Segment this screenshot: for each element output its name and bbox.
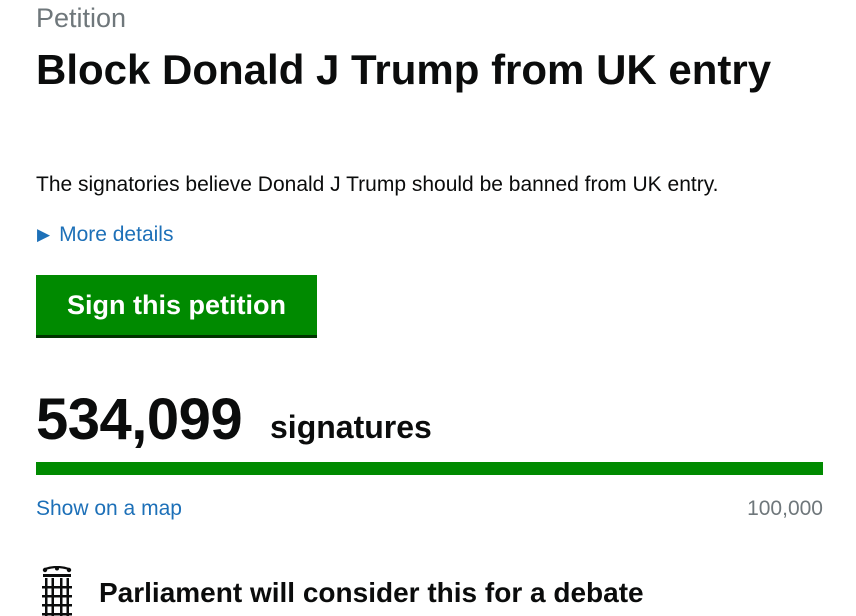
sign-petition-button[interactable]: Sign this petition <box>36 275 317 335</box>
signature-progress-fill <box>36 462 823 475</box>
petition-title: Block Donald J Trump from UK entry <box>36 46 772 93</box>
petition-eyebrow: Petition <box>36 3 127 33</box>
signature-threshold: 100,000 <box>747 497 823 520</box>
more-details-label: More details <box>59 223 174 246</box>
signature-progress-bar <box>36 462 823 475</box>
more-details-toggle[interactable]: ▶ More details <box>37 221 173 250</box>
debate-notice: Parliament will consider this for a deba… <box>99 577 644 608</box>
signature-count: 534,099 <box>36 387 243 452</box>
portcullis-icon <box>42 566 72 616</box>
show-on-map-link[interactable]: Show on a map <box>36 495 182 523</box>
signature-label: signatures <box>270 409 432 445</box>
petition-summary: The signatories believe Donald J Trump s… <box>36 173 719 196</box>
triangle-right-icon: ▶ <box>37 225 51 244</box>
